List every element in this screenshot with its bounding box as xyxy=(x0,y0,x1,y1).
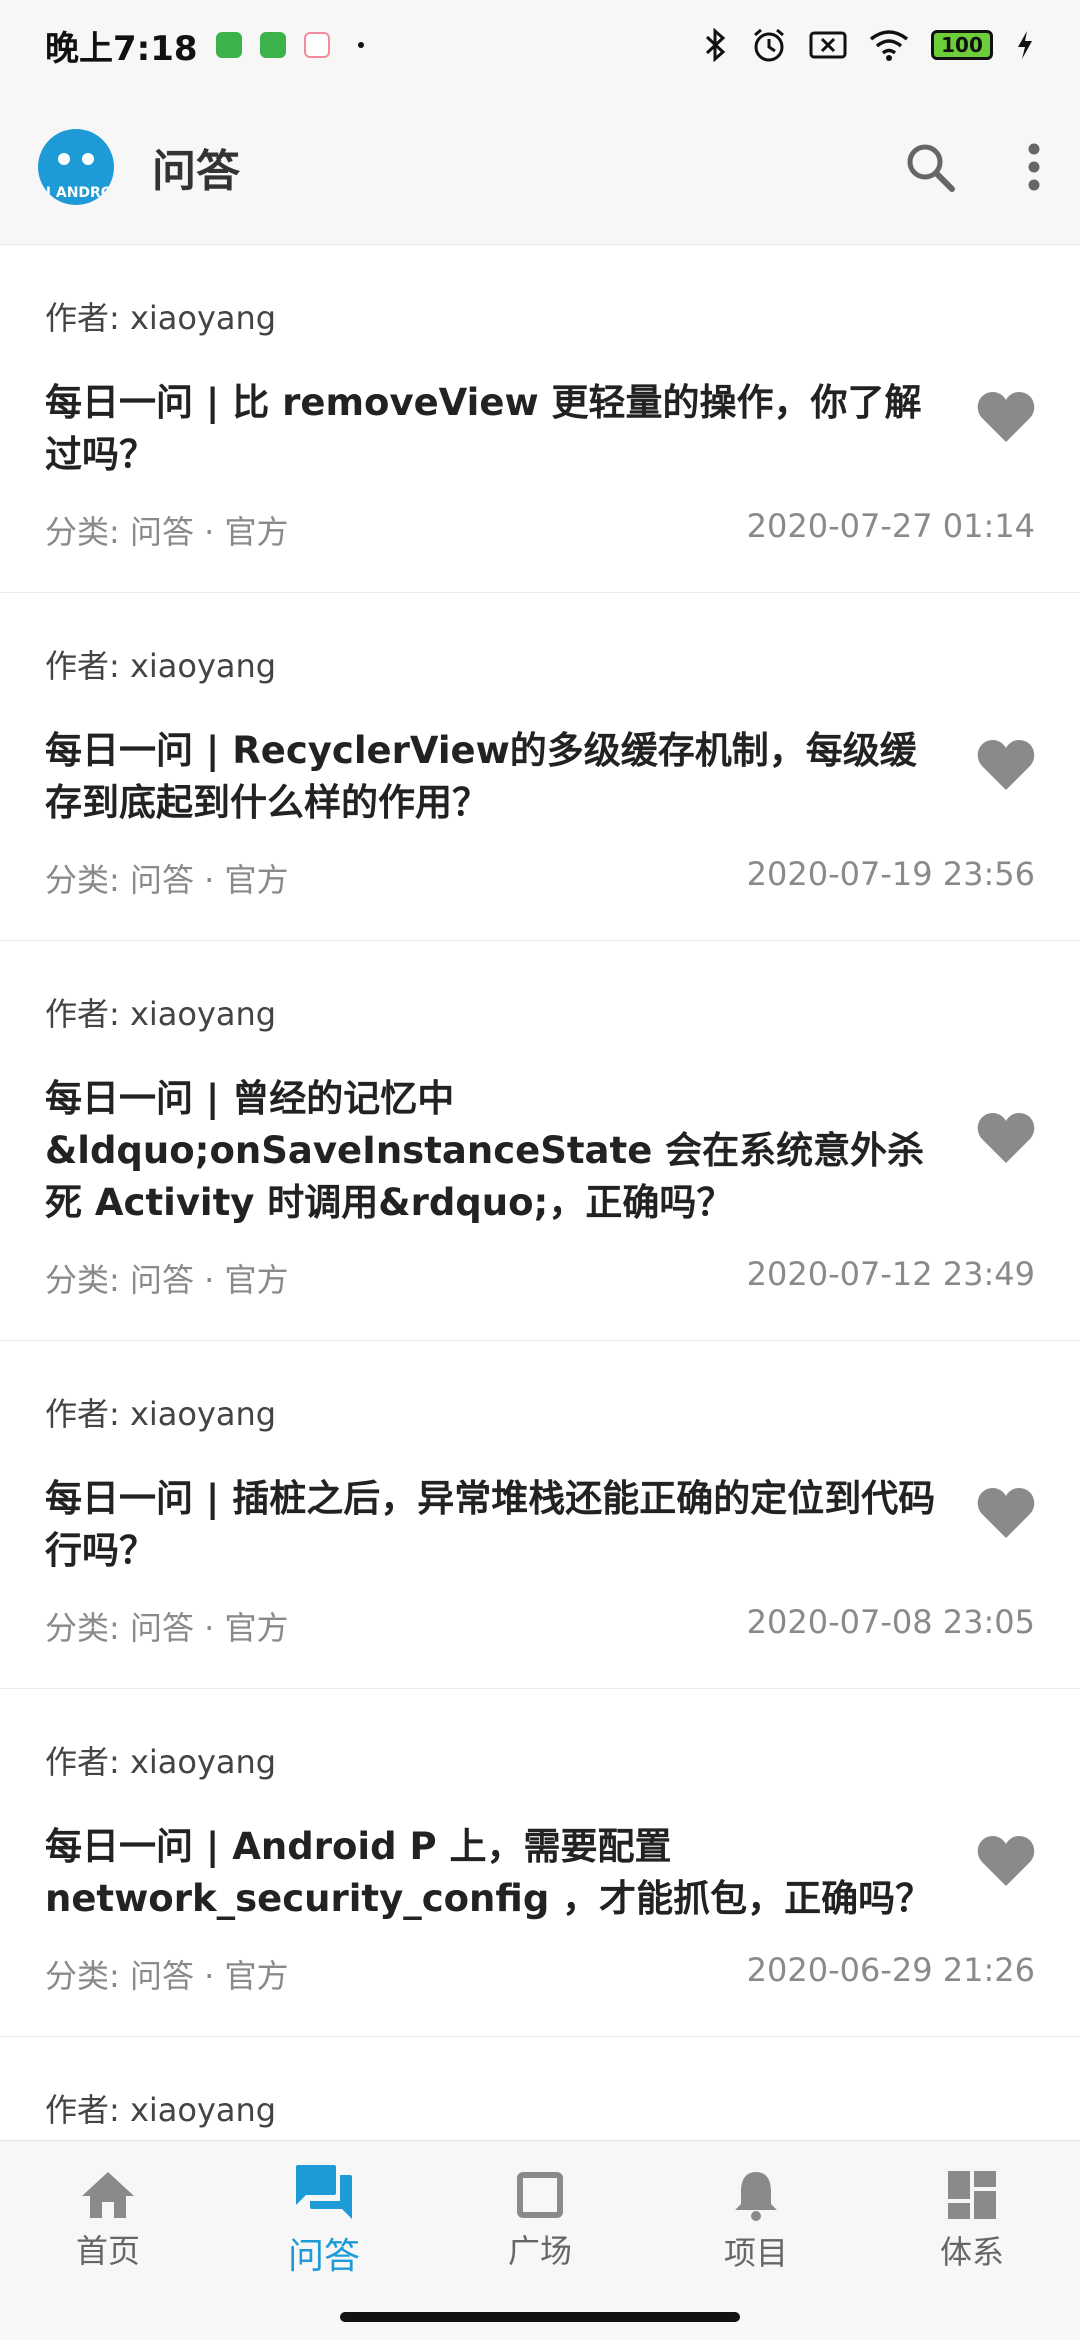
nav-item-square[interactable]: 广场 xyxy=(432,2141,648,2300)
nav-label: 项目 xyxy=(723,2233,788,2272)
wifi-icon xyxy=(869,30,909,61)
home-icon xyxy=(82,2171,134,2218)
article-title: 每日一问 | 插桩之后，异常堆栈还能正确的定位到代码行吗？ xyxy=(45,1477,936,1572)
article-title: 每日一问 | Android P 上，需要配置 network_security… xyxy=(45,1825,933,1920)
nav-item-qa[interactable]: 问答 xyxy=(216,2141,432,2300)
article-card[interactable]: 作者: xiaoyang xyxy=(0,2037,1080,2140)
bottom-navigation: 首页 问答 广场 项目 体系 xyxy=(0,2140,1080,2300)
article-category: 分类: 问答 · 官方 xyxy=(45,861,289,899)
dashboard-icon xyxy=(948,2170,996,2219)
heart-icon[interactable] xyxy=(977,1111,1035,1165)
app-notification-icon xyxy=(215,32,242,58)
more-vert-icon[interactable] xyxy=(1026,141,1042,193)
nav-item-home[interactable]: 首页 xyxy=(0,2141,216,2300)
nav-label: 广场 xyxy=(507,2231,572,2270)
heart-icon[interactable] xyxy=(977,390,1035,444)
alarm-icon xyxy=(754,28,784,62)
article-author: 作者: xiaoyang xyxy=(45,1743,277,1781)
article-title: 每日一问 | RecyclerView的多级缓存机制，每级缓存到底起到什么样的作… xyxy=(45,729,917,824)
nav-label: 首页 xyxy=(75,2231,140,2270)
charging-icon xyxy=(1018,31,1032,59)
article-category: 分类: 问答 · 官方 xyxy=(45,1261,289,1299)
article-date: 2020-07-12 23:49 xyxy=(746,1255,1035,1293)
article-category: 分类: 问答 · 官方 xyxy=(45,513,289,551)
article-date: 2020-06-29 21:26 xyxy=(746,1951,1035,1989)
article-author: 作者: xiaoyang xyxy=(45,2091,277,2129)
bluetooth-icon xyxy=(705,28,726,62)
nav-label: 体系 xyxy=(939,2232,1004,2271)
article-title: 每日一问 | 曾经的记忆中 &ldquo;onSaveInstanceState… xyxy=(45,1077,925,1224)
article-card[interactable]: 作者: xiaoyang 每日一问 | 插桩之后，异常堆栈还能正确的定位到代码行… xyxy=(0,1341,1080,1689)
article-title: 每日一问 | 比 removeView 更轻量的操作，你了解过吗？ xyxy=(45,381,922,476)
app-notification-icon xyxy=(259,32,286,58)
square-icon xyxy=(517,2171,563,2218)
article-author: 作者: xiaoyang xyxy=(45,1395,277,1433)
battery-indicator: 100 xyxy=(931,30,993,60)
page-title: 问答 xyxy=(152,146,240,197)
bell-icon xyxy=(735,2171,777,2221)
article-card[interactable]: 作者: xiaoyang 每日一问 | RecyclerView的多级缓存机制，… xyxy=(0,593,1080,941)
app-bar: N ANDRO 问答 xyxy=(0,90,1080,245)
forum-icon xyxy=(296,2164,352,2219)
gesture-bar[interactable] xyxy=(340,2312,740,2322)
article-author: 作者: xiaoyang xyxy=(45,647,277,685)
status-time: 晚上7:18 xyxy=(45,28,198,69)
search-icon[interactable] xyxy=(904,141,956,193)
nav-item-system[interactable]: 体系 xyxy=(864,2141,1080,2300)
nav-label: 问答 xyxy=(287,2235,360,2277)
article-card[interactable]: 作者: xiaoyang 每日一问 | 曾经的记忆中 &ldquo;onSave… xyxy=(0,941,1080,1341)
heart-icon[interactable] xyxy=(977,738,1035,792)
article-category: 分类: 问答 · 官方 xyxy=(45,1957,289,1995)
sim-off-icon xyxy=(809,31,847,59)
article-date: 2020-07-27 01:14 xyxy=(746,507,1035,545)
home-indicator xyxy=(0,2300,1080,2340)
article-category: 分类: 问答 · 官方 xyxy=(45,1609,289,1647)
article-card[interactable]: 作者: xiaoyang 每日一问 | Android P 上，需要配置 net… xyxy=(0,1689,1080,2037)
article-author: 作者: xiaoyang xyxy=(45,995,277,1033)
status-bar: 晚上7:18 100 xyxy=(0,0,1080,90)
article-date: 2020-07-08 23:05 xyxy=(746,1603,1035,1641)
nav-item-project[interactable]: 项目 xyxy=(648,2141,864,2300)
app-logo: N ANDRO xyxy=(38,129,114,205)
article-card[interactable]: 作者: xiaoyang 每日一问 | 比 removeView 更轻量的操作，… xyxy=(0,245,1080,593)
article-list[interactable]: 作者: xiaoyang 每日一问 | 比 removeView 更轻量的操作，… xyxy=(0,245,1080,2140)
logo-text: N ANDRO xyxy=(39,185,113,201)
heart-icon[interactable] xyxy=(977,1834,1035,1888)
more-notifications-dot xyxy=(357,42,364,48)
article-author: 作者: xiaoyang xyxy=(45,299,277,337)
health-notification-icon xyxy=(303,32,330,58)
article-date: 2020-07-19 23:56 xyxy=(746,855,1035,893)
heart-icon[interactable] xyxy=(977,1486,1035,1540)
